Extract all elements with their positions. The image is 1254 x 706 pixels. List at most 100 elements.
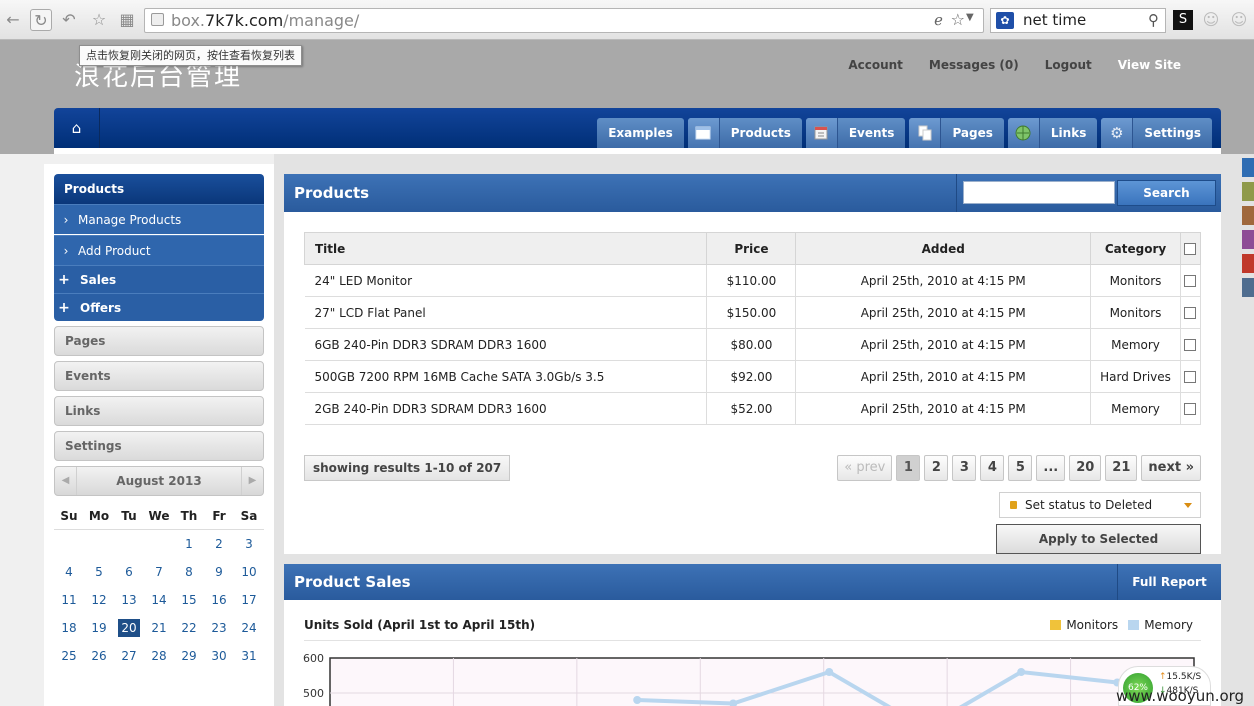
messages-link[interactable]: Messages (0) [929,58,1019,72]
prev-page-button[interactable]: « prev [837,455,893,481]
calendar-day[interactable]: 20 [118,619,140,637]
browser-search[interactable]: ✿ net time ⚲ [990,8,1166,33]
search-icon[interactable]: ⚲ [1148,11,1159,29]
tab-products[interactable]: Products [687,118,802,148]
calendar-day[interactable]: 13 [114,586,144,614]
ie-compat-icon[interactable]: ℯ [934,11,943,29]
logout-link[interactable]: Logout [1045,58,1092,72]
next-page-button[interactable]: next » [1141,455,1201,481]
calendar-day[interactable]: 16 [204,586,234,614]
apply-to-selected-button[interactable]: Apply to Selected [996,524,1201,554]
calendar-day[interactable]: 31 [234,642,264,670]
calendar-day[interactable]: 14 [144,586,174,614]
calendar-day[interactable]: 11 [54,586,84,614]
bookmark-star-icon[interactable]: ☆ [951,10,965,29]
select-all-checkbox[interactable] [1179,232,1202,265]
tab-events[interactable]: Events [805,118,906,148]
calendar-day[interactable]: 19 [84,614,114,642]
calendar-day[interactable]: 29 [174,642,204,670]
sidebar-section-title[interactable]: Products [54,174,264,204]
next-month-icon[interactable]: ▶ [241,467,263,495]
table-row[interactable]: 2GB 240-Pin DDR3 SDRAM DDR3 1600 $52.00 Ap… [304,392,1202,425]
table-row[interactable]: 6GB 240-Pin DDR3 SDRAM DDR3 1600 $80.00 Ap… [304,328,1202,361]
color-strip-swatch[interactable] [1242,254,1254,273]
calendar-day[interactable]: 9 [204,558,234,586]
row-checkbox[interactable] [1180,264,1202,297]
page-button[interactable]: 2 [924,455,949,481]
legend-monitors[interactable]: Monitors [1050,618,1118,632]
color-strip-swatch[interactable] [1242,230,1254,249]
calendar-day[interactable]: 15 [174,586,204,614]
sidebar-group-pages[interactable]: Pages [54,326,264,356]
calendar-day[interactable]: 22 [174,614,204,642]
products-search-input[interactable] [963,181,1115,204]
color-strip-swatch[interactable] [1242,158,1254,177]
column-header-price[interactable]: Price [706,232,797,265]
tab-examples[interactable]: Examples [597,118,684,148]
color-strip-swatch[interactable] [1242,278,1254,297]
undo-close-icon[interactable]: ↶ [58,9,80,31]
table-row[interactable]: 500GB 7200 RPM 16MB Cache SATA 3.0Gb/s 3… [304,360,1202,393]
s-extension-icon[interactable]: S [1173,10,1193,30]
page-button[interactable]: 5 [1008,455,1033,481]
color-strip-swatch[interactable] [1242,182,1254,201]
row-checkbox[interactable] [1180,360,1202,393]
column-header-category[interactable]: Category [1090,232,1181,265]
calendar-day[interactable]: 6 [114,558,144,586]
calendar-day[interactable]: 21 [144,614,174,642]
row-checkbox[interactable] [1180,392,1202,425]
column-header-added[interactable]: Added [795,232,1092,265]
calendar-day[interactable]: 5 [84,558,114,586]
reload-icon[interactable]: ↻ [30,9,52,31]
sidebar-group-links[interactable]: Links [54,396,264,426]
sidebar-group-events[interactable]: Events [54,361,264,391]
calendar-day[interactable]: 28 [144,642,174,670]
legend-memory[interactable]: Memory [1128,618,1193,632]
table-row[interactable]: 24" LED Monitor $110.00 April 25th, 2010 a… [304,264,1202,297]
row-checkbox[interactable] [1180,328,1202,361]
search-button[interactable]: Search [1117,180,1216,206]
prev-month-icon[interactable]: ◀ [55,467,77,495]
table-row[interactable]: 27" LCD Flat Panel $150.00 April 25th, 201… [304,296,1202,329]
dropdown-arrow-icon[interactable]: ▼ [966,12,974,23]
calendar-day[interactable]: 23 [204,614,234,642]
home-icon[interactable]: ⌂ [54,108,100,148]
tab-links[interactable]: Links [1007,118,1098,148]
grid-icon[interactable]: ▦ [116,9,138,31]
browser-search-text[interactable]: net time [1023,11,1086,29]
calendar-day[interactable]: 30 [204,642,234,670]
sidebar-item-sales[interactable]: + Sales [54,265,264,293]
page-button[interactable]: 1 [896,455,921,481]
tab-pages[interactable]: Pages [909,118,1004,148]
calendar-day[interactable]: 25 [54,642,84,670]
calendar-day[interactable]: 7 [144,558,174,586]
page-button[interactable]: 20 [1069,455,1102,481]
user-icon[interactable]: ☺ [1200,9,1222,31]
tab-settings[interactable]: ⚙ Settings [1101,118,1212,148]
calendar-day[interactable]: 24 [234,614,264,642]
page-button[interactable]: 21 [1105,455,1138,481]
calendar-day[interactable]: 17 [234,586,264,614]
sidebar-item-add-product[interactable]: › Add Product [54,235,264,265]
page-button[interactable]: 3 [952,455,977,481]
calendar-day[interactable]: 4 [54,558,84,586]
full-report-link[interactable]: Full Report [1117,564,1221,600]
row-checkbox[interactable] [1180,296,1202,329]
calendar-day[interactable]: 8 [174,558,204,586]
calendar-day[interactable]: 26 [84,642,114,670]
calendar-day[interactable]: 2 [204,530,234,558]
calendar-day[interactable]: 27 [114,642,144,670]
calendar-day[interactable]: 12 [84,586,114,614]
page-button[interactable]: 4 [980,455,1005,481]
status-select[interactable]: Set status to Deleted [999,492,1201,518]
column-header-title[interactable]: Title [303,232,708,265]
user-alt-icon[interactable]: ☺ [1228,9,1250,31]
back-icon[interactable]: ← [2,9,24,31]
address-bar[interactable]: box.7k7k.com/manage/ ℯ ☆ [144,8,984,33]
account-link[interactable]: Account [848,58,903,72]
calendar-day[interactable]: 3 [234,530,264,558]
sidebar-item-manage-products[interactable]: › Manage Products [54,204,264,234]
sidebar-item-offers[interactable]: + Offers [54,293,264,321]
favorites-star-icon[interactable]: ☆ [88,9,110,31]
calendar-day[interactable]: 18 [54,614,84,642]
